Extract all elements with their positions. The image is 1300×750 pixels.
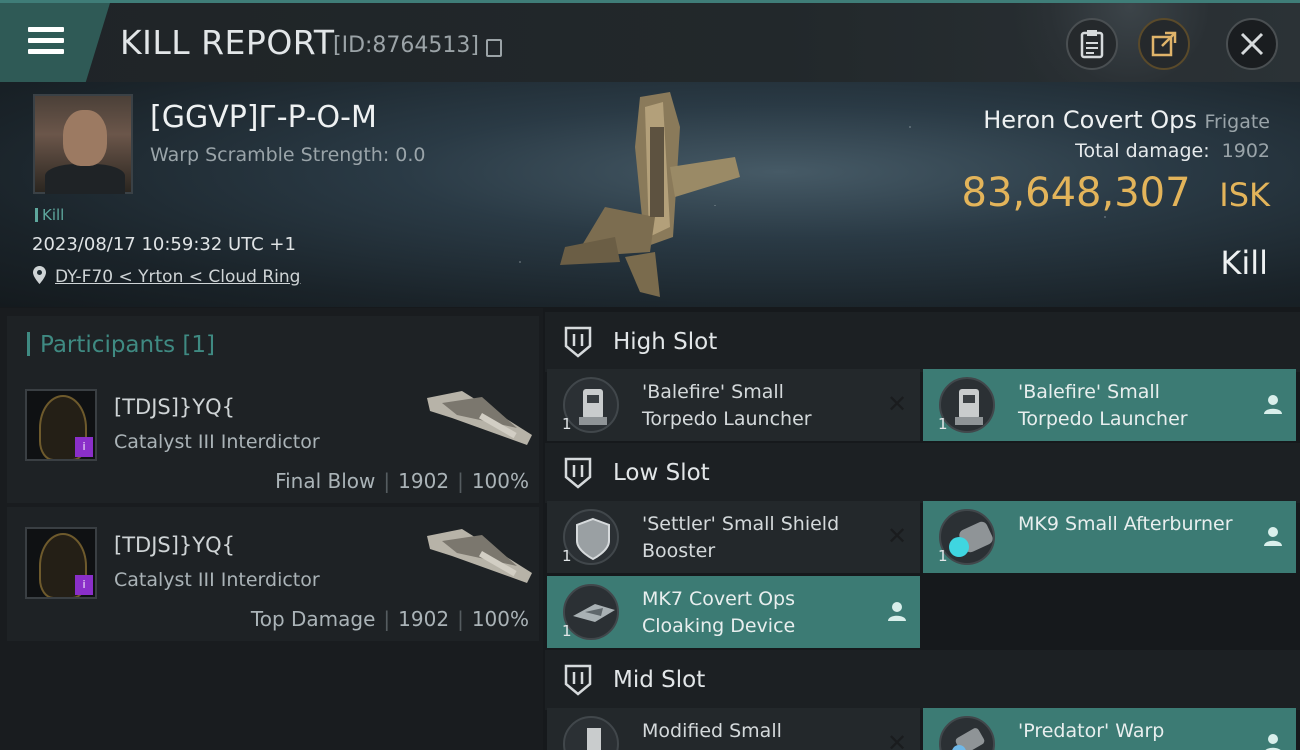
high-slot-header: High Slot [545, 312, 1300, 372]
participant-card[interactable]: i [TDJS]}YQ{ Catalyst III Interdictor Fi… [7, 369, 539, 503]
module-name: 'Predator' Warp [1018, 720, 1165, 742]
high-slot-icon [564, 326, 592, 358]
mid-slot-label: Mid Slot [613, 667, 706, 693]
total-damage: Total damage: 1902 [1075, 140, 1270, 162]
participant-damage: 1902 [398, 607, 450, 631]
kill-tag: Kill [35, 206, 64, 224]
destroyed-x-icon: ✕ [886, 729, 908, 750]
destroyed-x-icon: ✕ [886, 390, 908, 418]
module-name: MK7 Covert Ops Cloaking Device [642, 588, 796, 637]
participant-role: Final Blow [275, 469, 376, 493]
share-icon [1151, 31, 1177, 57]
participant-role: Top Damage [250, 607, 376, 631]
dropped-person-icon [1264, 395, 1282, 414]
module-name: 'Balefire' Small Torpedo Launcher [642, 381, 812, 430]
participant-name: [TDJS]}YQ{ [114, 533, 235, 557]
low-slot-label: Low Slot [613, 460, 710, 486]
victim-ship[interactable]: Heron Covert Ops Frigate [983, 106, 1270, 134]
close-button[interactable] [1226, 18, 1278, 70]
module-item[interactable]: 1 'Balefire' Small Torpedo Launcher ✕ [547, 369, 920, 441]
total-damage-label: Total damage: [1075, 140, 1210, 162]
report-id: [ID:8764513] [333, 33, 479, 58]
module-name: 'Balefire' Small Torpedo Launcher [1018, 381, 1188, 430]
page-title: KILL REPORT [120, 23, 335, 62]
mid-slot-icon [564, 664, 592, 696]
participant-ship: Catalyst III Interdictor [114, 569, 320, 591]
module-item[interactable]: 1 MK7 Covert Ops Cloaking Device [547, 576, 920, 648]
module-item[interactable]: 1 'Balefire' Small Torpedo Launcher [923, 369, 1296, 441]
high-slot-label: High Slot [613, 329, 718, 355]
copy-icon[interactable] [486, 39, 502, 57]
location-link[interactable]: DY-F70 < Yrton < Cloud Ring [55, 267, 300, 287]
warp-disruptor-icon [939, 716, 995, 750]
module-item[interactable]: 1 'Settler' Small Shield Booster ✕ [547, 501, 920, 573]
participant-card[interactable]: i [TDJS]}YQ{ Catalyst III Interdictor To… [7, 507, 539, 641]
location-pin-icon [33, 266, 46, 284]
low-slot-icon [564, 457, 592, 489]
participant-portrait: i [25, 527, 97, 599]
participant-ship-render [427, 391, 532, 445]
top-bar: KILL REPORT [ID:8764513] [0, 0, 1300, 82]
warp-scramble-strength: Warp Scramble Strength: 0.0 [150, 144, 426, 166]
participant-portrait: i [25, 389, 97, 461]
close-icon [1240, 32, 1264, 56]
isk-value: 83,648,307 ISK [962, 170, 1270, 216]
participants-panel: Participants [1] i [TDJS]}YQ{ Catalyst I… [0, 308, 543, 750]
participant-percent: 100% [471, 607, 529, 631]
participant-stats: Final Blow | 1902 | 100% [275, 469, 529, 493]
module-quantity: 1 [562, 547, 572, 565]
isk-amount: 83,648,307 [961, 170, 1191, 216]
module-item[interactable]: 1 MK9 Small Afterburner [923, 501, 1296, 573]
victim-portrait[interactable] [33, 94, 133, 194]
victim-banner: [GGVP]Г-Р-О-М Warp Scramble Strength: 0.… [0, 82, 1300, 307]
victim-name[interactable]: [GGVP]Г-Р-О-М [150, 100, 377, 135]
participant-percent: 100% [471, 469, 529, 493]
fitting-panel: High Slot 1 'Balefire' Small Torpedo Lau… [545, 308, 1300, 750]
destroyed-x-icon: ✕ [886, 522, 908, 550]
victim-ship-name: Heron Covert Ops [983, 106, 1197, 134]
participants-title: Participants [1] [27, 332, 215, 358]
ship-render [560, 92, 740, 297]
total-damage-value: 1902 [1221, 140, 1270, 162]
participant-name: [TDJS]}YQ{ [114, 395, 235, 419]
dropped-person-icon [888, 602, 906, 621]
clipboard-icon [1080, 30, 1104, 59]
participant-ship: Catalyst III Interdictor [114, 431, 320, 453]
module-item[interactable]: 1 'Predator' Warp [923, 708, 1296, 750]
dropped-person-icon [1264, 527, 1282, 546]
victim-ship-class: Frigate [1204, 111, 1270, 133]
module-name: MK9 Small Afterburner [1018, 513, 1233, 535]
mid-slot-header: Mid Slot [545, 650, 1300, 710]
low-slot-header: Low Slot [545, 443, 1300, 503]
module-quantity: 1 [562, 622, 572, 640]
info-badge-icon: i [75, 437, 93, 457]
hamburger-icon [28, 27, 64, 60]
share-button[interactable] [1138, 18, 1190, 70]
participant-ship-render [427, 529, 532, 583]
menu-button[interactable] [0, 3, 110, 82]
participant-stats: Top Damage | 1902 | 100% [250, 607, 529, 631]
module-icon [563, 716, 619, 750]
module-quantity: 1 [562, 415, 572, 433]
module-name: 'Settler' Small Shield Booster [642, 513, 840, 562]
module-item[interactable]: 1 Modified Small ✕ [547, 708, 920, 750]
module-quantity: 1 [938, 415, 948, 433]
module-quantity: 1 [938, 547, 948, 565]
background-planet [1000, 3, 1260, 82]
kill-datetime: 2023/08/17 10:59:32 UTC +1 [32, 234, 296, 255]
isk-unit: ISK [1219, 176, 1270, 214]
result-label: Kill [1220, 244, 1268, 282]
module-name: Modified Small [642, 720, 782, 742]
participant-damage: 1902 [398, 469, 450, 493]
dropped-person-icon [1265, 734, 1281, 750]
participants-header: Participants [1] [7, 316, 539, 371]
info-badge-icon: i [75, 575, 93, 595]
clipboard-button[interactable] [1066, 18, 1118, 70]
